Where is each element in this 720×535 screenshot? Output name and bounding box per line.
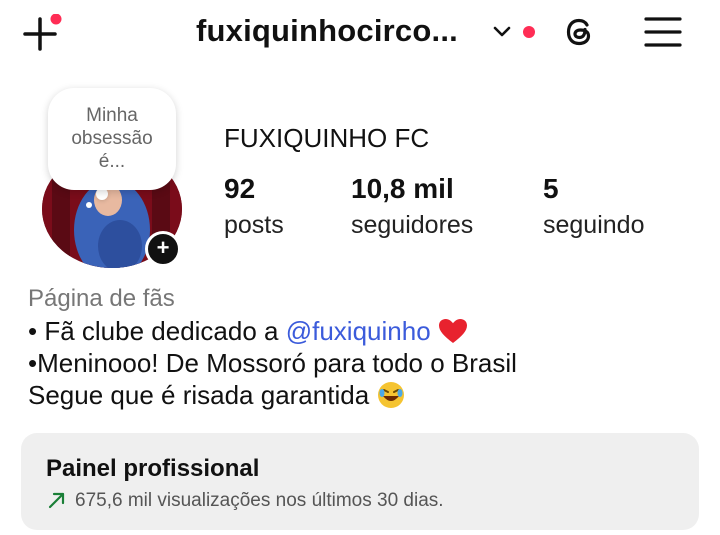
chevron-down-icon[interactable] bbox=[490, 20, 514, 44]
profile-category: Página de fãs bbox=[28, 285, 175, 312]
followers-count[interactable]: 10,8 mil bbox=[351, 173, 454, 205]
following-label[interactable]: seguindo bbox=[543, 211, 644, 240]
bio-mention-link[interactable]: @fuxiquinho bbox=[286, 316, 431, 346]
dashboard-views-summary: 675,6 mil visualizações nos últimos 30 d… bbox=[75, 490, 444, 511]
hamburger-menu-icon[interactable] bbox=[642, 14, 684, 50]
bio-line-1-text: • Fã clube dedicado a bbox=[28, 316, 286, 346]
heart-icon bbox=[438, 319, 467, 343]
laughing-emoji-icon bbox=[378, 382, 405, 408]
followers-label[interactable]: seguidores bbox=[351, 211, 473, 240]
add-story-plus-icon[interactable]: + bbox=[145, 231, 181, 267]
note-line-3: é... bbox=[98, 151, 126, 172]
posts-label[interactable]: posts bbox=[224, 211, 284, 240]
bio-line-2: •Meninooo! De Mossoró para todo o Brasil bbox=[28, 348, 517, 378]
new-post-plus-icon[interactable] bbox=[22, 14, 62, 54]
bio-line-3-text: Segue que é risada garantida bbox=[28, 380, 370, 410]
account-notification-dot bbox=[523, 26, 535, 38]
posts-count[interactable]: 92 bbox=[224, 173, 255, 205]
bio-line-1: • Fã clube dedicado a @fuxiquinho bbox=[28, 316, 468, 347]
bio-line-3: Segue que é risada garantida bbox=[28, 380, 406, 411]
trending-up-icon bbox=[48, 492, 65, 509]
following-count[interactable]: 5 bbox=[543, 173, 559, 205]
notification-dot bbox=[50, 14, 62, 25]
profile-note-bubble[interactable]: Minha obsessão é... bbox=[48, 88, 176, 190]
dashboard-title[interactable]: Painel profissional bbox=[46, 455, 259, 483]
note-bubble-tail-small bbox=[86, 202, 92, 208]
profile-username[interactable]: fuxiquinhocirco... bbox=[196, 13, 458, 49]
profile-display-name: FUXIQUINHO FC bbox=[224, 123, 430, 153]
note-line-1: Minha bbox=[86, 105, 138, 126]
threads-icon[interactable] bbox=[560, 12, 600, 52]
note-line-2: obsessão bbox=[71, 128, 153, 149]
